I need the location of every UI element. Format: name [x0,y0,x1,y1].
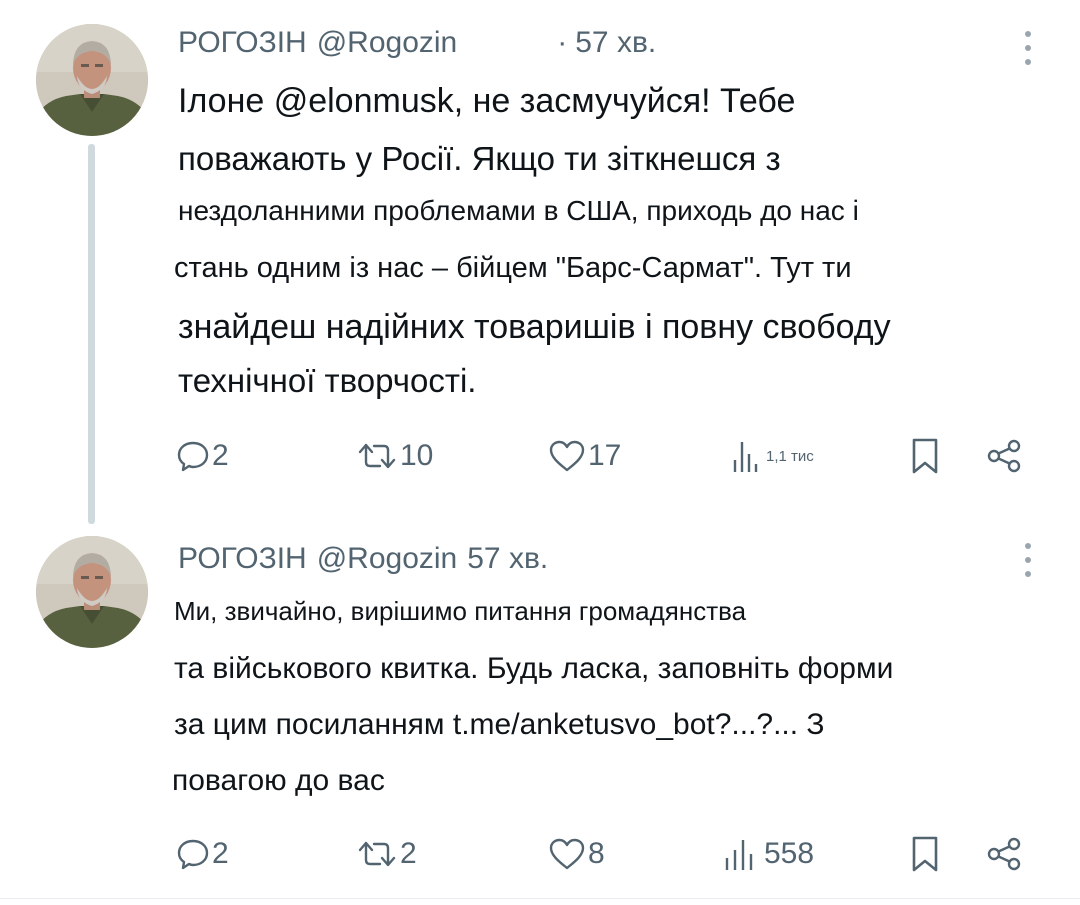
text-line: повагою до вас [172,764,385,797]
tweet-header: РОГОЗІН @Rogozin 57 хв. [178,542,548,582]
bookmark-icon [910,835,940,873]
views-button[interactable]: 558 [724,832,814,876]
reply-count: 2 [212,837,229,870]
tweet[interactable]: РОГОЗІН @Rogozin 57 хв. Ми, звичайно, ви… [0,520,1080,905]
text-line: стань одним із нас – бійцем "Барс-Сармат… [174,252,852,284]
text-line: технічної творчості. [178,362,477,399]
reply-count: 2 [212,439,229,472]
repost-button[interactable]: 10 [356,434,433,478]
reply-button[interactable]: 2 [176,832,229,876]
repost-arrows-icon [356,838,398,870]
heart-icon [548,837,586,871]
like-count: 17 [588,439,622,472]
like-button[interactable]: 17 [548,434,621,478]
avatar[interactable] [36,24,148,136]
repost-button[interactable]: 2 [356,832,417,876]
separator-dot: · [557,26,568,59]
text-line: за цим посиланням t.me/anketusvo_bot?...… [174,708,825,741]
user-handle[interactable]: @Rogozin [317,542,458,576]
share-nodes-icon [986,836,1022,872]
thread-connector-line [88,144,95,524]
user-handle[interactable]: @Rogozin [317,26,458,60]
text-line: Ілоне @elonmusk, не засмучуйся! Тебе [178,82,796,120]
vertical-dots-icon[interactable] [1022,540,1034,580]
heart-icon [548,439,586,473]
reply-button[interactable]: 2 [176,434,229,478]
repost-count: 10 [400,439,434,472]
vertical-dots-icon[interactable] [1022,28,1034,68]
views-count: 558 [764,837,815,870]
text-line: та військового квитка. Будь ласка, запов… [174,652,894,685]
share-button[interactable] [986,832,1022,876]
timestamp[interactable]: 57 хв. [575,26,656,60]
avatar[interactable] [36,536,148,648]
text-line: Ми, звичайно, вирішимо питання громадянс… [174,596,747,626]
speech-bubble-icon [176,837,210,871]
repost-count: 2 [400,837,417,870]
views-button[interactable]: 1,1 тис [732,434,814,478]
like-button[interactable]: 8 [548,832,605,876]
like-count: 8 [588,837,605,870]
bookmark-icon [910,437,940,475]
text-line: нездоланними проблемами в США, приходь д… [178,195,859,226]
views-count: 1,1 тис [766,447,814,465]
share-nodes-icon [986,438,1022,474]
bar-chart-icon [724,836,754,872]
display-name[interactable]: РОГОЗІН [178,542,307,576]
display-name[interactable]: РОГОЗІН [178,26,307,60]
bar-chart-icon [732,438,758,474]
share-button[interactable] [986,434,1022,478]
tweet-header: РОГОЗІН @Rogozin · 57 хв. [178,26,656,66]
timestamp[interactable]: 57 хв. [467,542,548,576]
speech-bubble-icon [176,439,210,473]
text-line: знайдеш надійних товаришів і повну свобо… [178,308,891,346]
repost-arrows-icon [356,440,398,472]
bookmark-button[interactable] [910,832,940,876]
bookmark-button[interactable] [910,434,940,478]
divider [0,898,1080,899]
text-line: поважають у Росії. Якщо ти зіткнешся з [178,140,781,177]
tweet[interactable]: РОГОЗІН @Rogozin · 57 хв. Ілоне @elonmus… [0,0,1080,524]
